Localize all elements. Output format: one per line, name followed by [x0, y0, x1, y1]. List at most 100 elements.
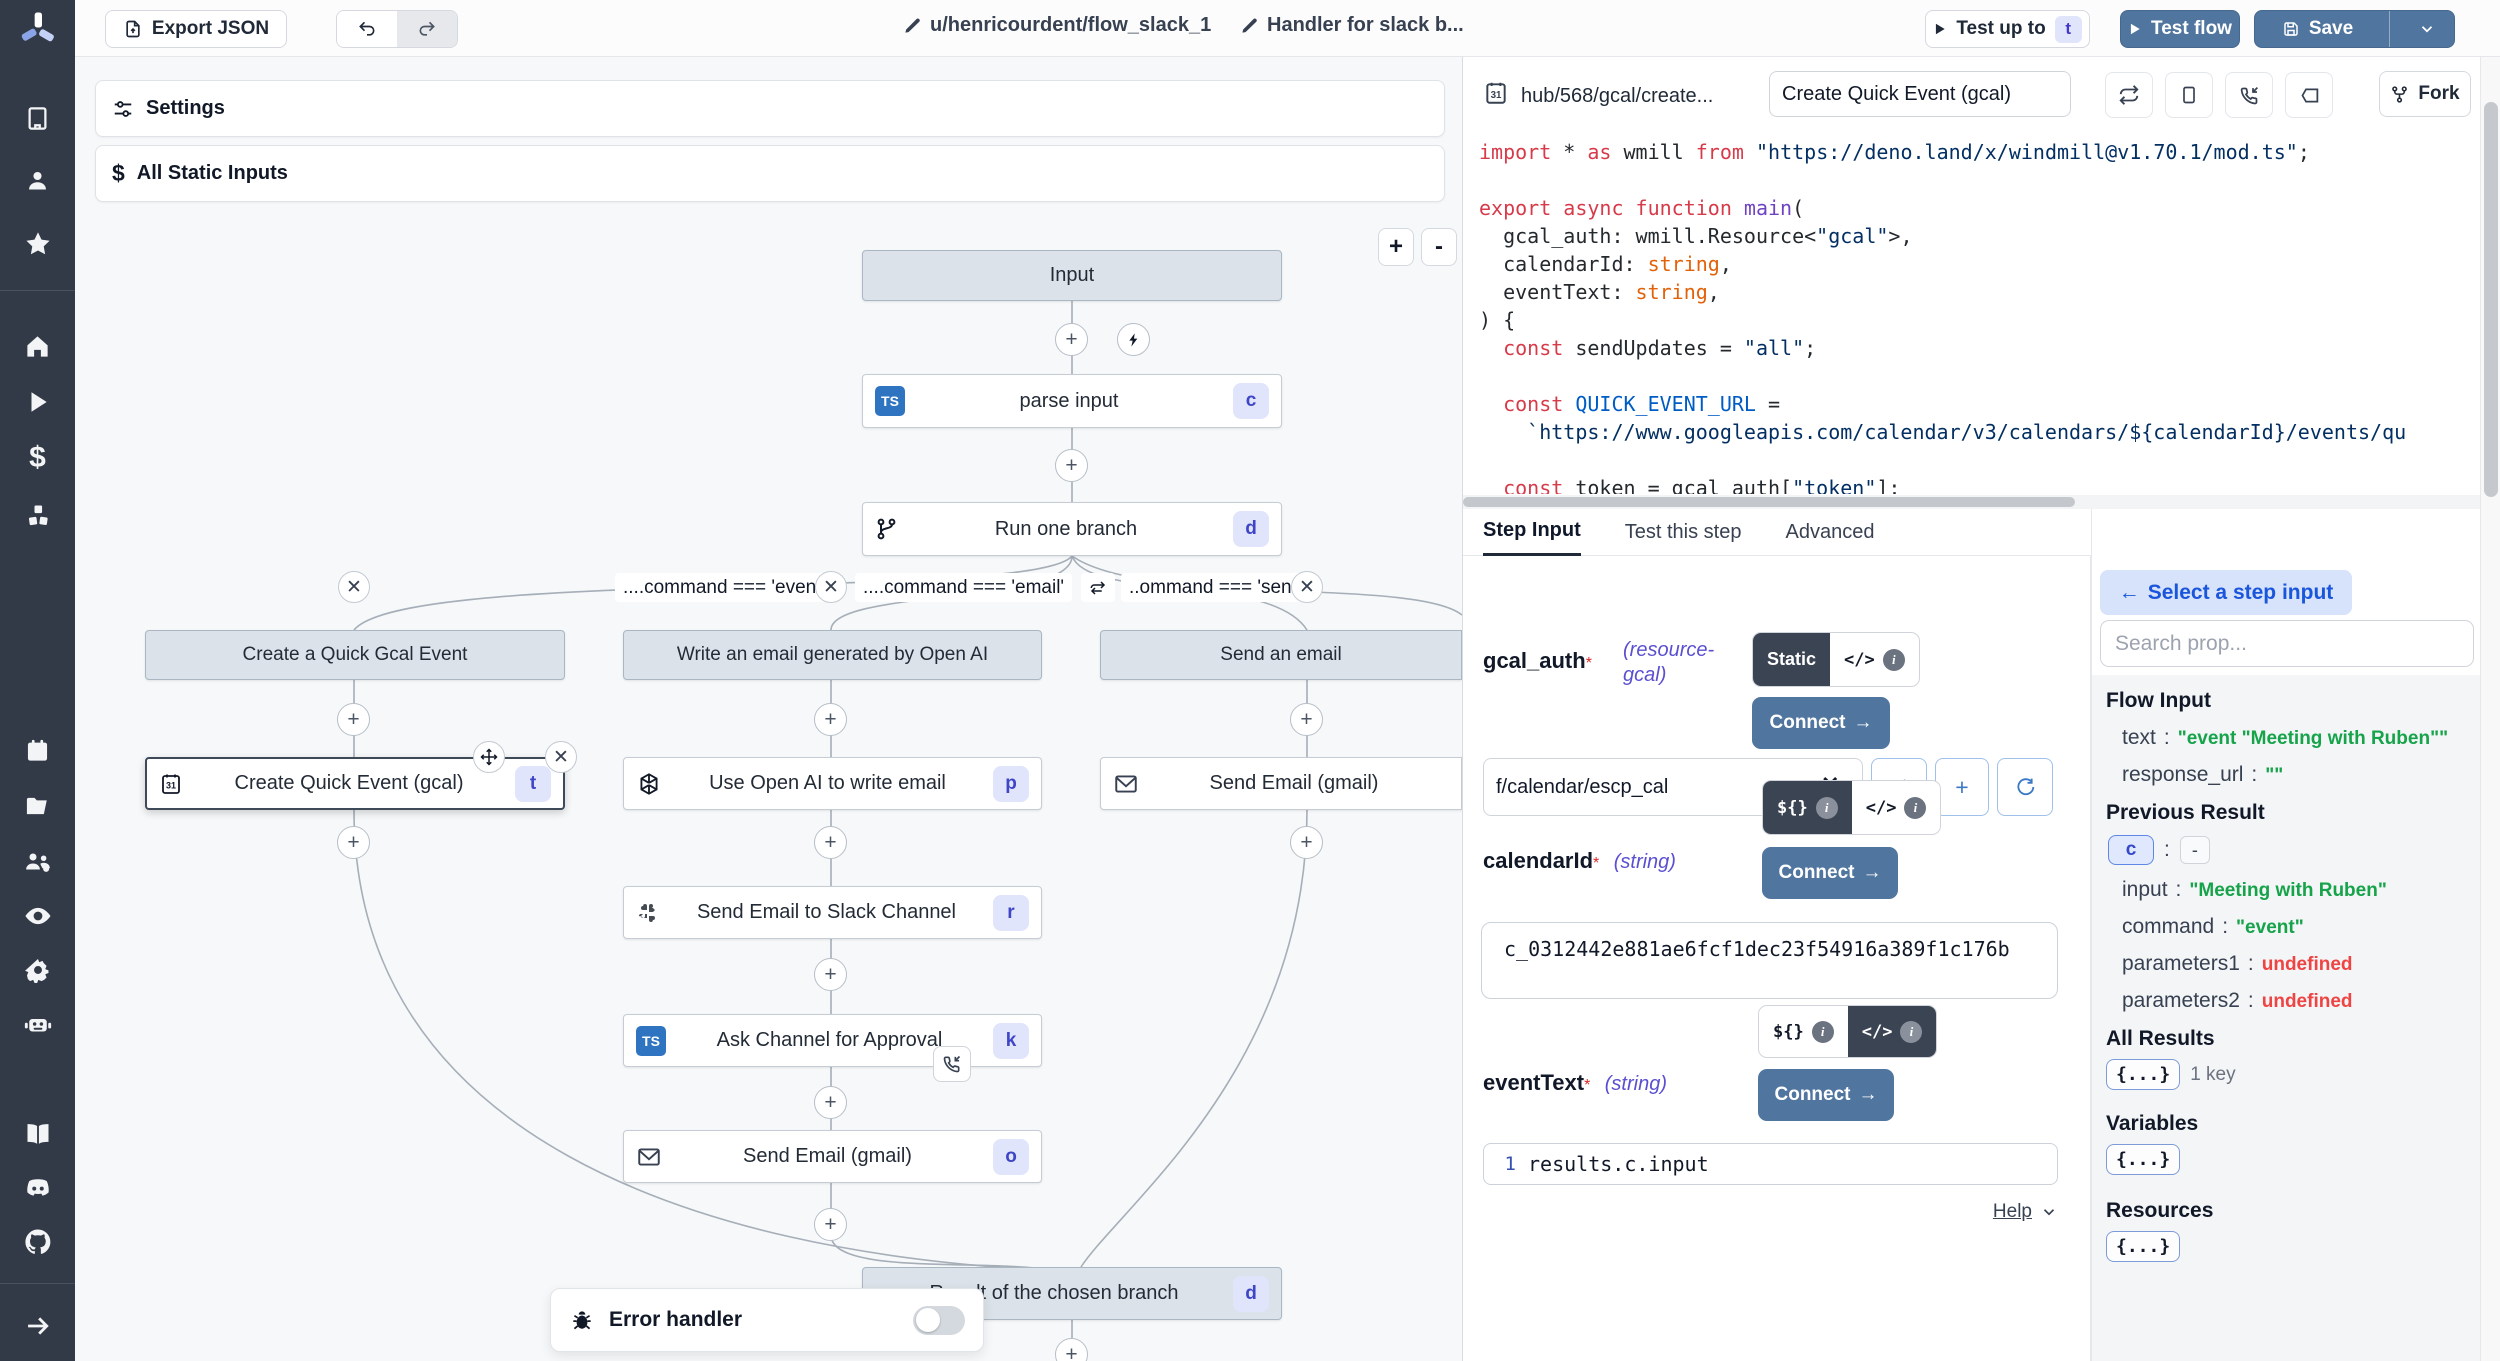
- add-step-button[interactable]: +: [814, 958, 847, 991]
- export-json-button[interactable]: Export JSON: [105, 10, 287, 48]
- branch-header[interactable]: Create a Quick Gcal Event: [145, 630, 565, 680]
- branch-condition-label[interactable]: ..ommand === 'send': [1121, 573, 1314, 602]
- collapse-button[interactable]: -: [2180, 836, 2210, 864]
- branch-header[interactable]: Write an email generated by Open AI: [623, 630, 1042, 680]
- step-node-send-email-gmail[interactable]: Send Email (gmail): [1100, 757, 1462, 810]
- prop-search-input[interactable]: [2100, 620, 2474, 667]
- delete-branch-button[interactable]: ✕: [815, 571, 847, 603]
- code-editor[interactable]: import * as wmill from "https://deno.lan…: [1463, 130, 2481, 494]
- prop-row-command[interactable]: command:"event": [2106, 915, 2468, 939]
- step-node-ask-approval[interactable]: TS Ask Channel for Approval k: [623, 1014, 1042, 1067]
- flow-summary-breadcrumb[interactable]: Handler for slack b...: [1240, 14, 1464, 37]
- add-step-button[interactable]: +: [1290, 826, 1323, 859]
- move-step-handle[interactable]: [473, 741, 505, 773]
- step-node-slack-channel[interactable]: Send Email to Slack Channel r: [623, 886, 1042, 939]
- toggle-template[interactable]: ${}i: [1763, 781, 1852, 834]
- suspend-phone-icon-button[interactable]: [2225, 72, 2273, 118]
- variables-dollar-icon[interactable]: $: [0, 436, 75, 480]
- flow-path-breadcrumb[interactable]: u/henricourdent/flow_slack_1: [903, 14, 1211, 37]
- add-step-button[interactable]: +: [814, 826, 847, 859]
- branch-condition-label[interactable]: ....command === 'event': [615, 573, 833, 602]
- prop-row-input[interactable]: input:"Meeting with Ruben": [2106, 878, 2468, 902]
- test-flow-button[interactable]: Test flow: [2120, 10, 2240, 48]
- sleep-flag-icon-button[interactable]: [2285, 72, 2333, 118]
- box-icon-button[interactable]: [2165, 72, 2213, 118]
- page-scrollbar[interactable]: [2480, 57, 2500, 1361]
- calendarid-value-editor[interactable]: c_0312442e881ae6fcf1dec23f54916a389f1c17…: [1481, 922, 2058, 999]
- toggle-javascript[interactable]: </>i: [1830, 633, 1919, 686]
- code-horizontal-scrollbar[interactable]: [1463, 495, 2481, 509]
- object-badge[interactable]: {...}: [2106, 1144, 2180, 1175]
- flow-input-node[interactable]: Input: [862, 250, 1282, 301]
- flow-canvas[interactable]: Settings $ All Static Inputs + - Input +…: [75, 57, 1462, 1361]
- collapse-arrow-right-icon[interactable]: [0, 1304, 75, 1348]
- refresh-resource-button[interactable]: [1997, 758, 2053, 816]
- calendarid-connect-button[interactable]: Connect→: [1762, 847, 1898, 899]
- gear-icon[interactable]: [0, 948, 75, 992]
- add-step-button[interactable]: +: [814, 1086, 847, 1119]
- trigger-lightning-button[interactable]: [1117, 323, 1150, 356]
- home-icon[interactable]: [0, 324, 75, 368]
- prop-row-response_url[interactable]: response_url:"": [2106, 763, 2468, 787]
- branch-condition-label[interactable]: ....command === 'email': [855, 573, 1072, 602]
- object-badge[interactable]: {...}: [2106, 1231, 2180, 1262]
- star-icon[interactable]: [0, 222, 75, 266]
- tab-step-input[interactable]: Step Input: [1483, 519, 1581, 556]
- save-dropdown-button[interactable]: [2399, 11, 2454, 47]
- add-step-button[interactable]: +: [1290, 703, 1323, 736]
- delete-branch-button[interactable]: ✕: [338, 571, 370, 603]
- docs-book-icon[interactable]: [0, 1112, 75, 1156]
- add-resource-button[interactable]: +: [1935, 758, 1989, 816]
- robot-icon[interactable]: [0, 1002, 75, 1046]
- toggle-static[interactable]: Static: [1753, 633, 1830, 686]
- prop-row-text[interactable]: text:"event "Meeting with Ruben"": [2106, 726, 2468, 750]
- tab-test-this-step[interactable]: Test this step: [1625, 521, 1742, 555]
- schedules-calendar-icon[interactable]: [0, 728, 75, 772]
- hub-script-path[interactable]: hub/568/gcal/create...: [1521, 85, 1713, 108]
- select-step-input-button[interactable]: ← Select a step input: [2100, 570, 2352, 615]
- groups-users-icon[interactable]: [0, 840, 75, 884]
- step-name-input[interactable]: [1769, 71, 2071, 117]
- add-step-button[interactable]: +: [337, 703, 370, 736]
- error-handler-toggle[interactable]: [913, 1306, 965, 1335]
- prop-row-parameters1[interactable]: parameters1:undefined: [2106, 952, 2468, 976]
- step-node-parse-input[interactable]: TS parse input c: [862, 374, 1282, 428]
- redo-button[interactable]: [397, 11, 457, 47]
- user-icon[interactable]: [0, 158, 75, 202]
- add-step-button[interactable]: +: [1055, 323, 1088, 356]
- suspend-phone-incoming-icon[interactable]: [933, 1046, 971, 1082]
- eventtext-connect-button[interactable]: Connect→: [1758, 1069, 1894, 1121]
- step-node-run-one-branch[interactable]: Run one branch d: [862, 502, 1282, 556]
- step-node-openai-email[interactable]: Use Open AI to write email p: [623, 757, 1042, 810]
- test-up-to-button[interactable]: Test up to t: [1925, 10, 2090, 48]
- runs-play-icon[interactable]: [0, 380, 75, 424]
- reload-script-icon-button[interactable]: [2105, 72, 2153, 118]
- add-step-button[interactable]: +: [1055, 449, 1088, 482]
- fork-button[interactable]: Fork: [2379, 71, 2471, 117]
- delete-step-button[interactable]: ✕: [545, 741, 577, 773]
- step-node-send-email-gmail-2[interactable]: Send Email (gmail) o: [623, 1130, 1042, 1183]
- folders-icon[interactable]: [0, 784, 75, 828]
- tab-advanced[interactable]: Advanced: [1785, 521, 1874, 555]
- gcal-auth-connect-button[interactable]: Connect→: [1752, 697, 1890, 749]
- windmill-logo[interactable]: [0, 6, 75, 54]
- prop-row-parameters2[interactable]: parameters2:undefined: [2106, 989, 2468, 1013]
- toggle-template[interactable]: ${}i: [1759, 1006, 1848, 1057]
- add-step-button[interactable]: +: [337, 826, 370, 859]
- object-badge[interactable]: {...}: [2106, 1059, 2180, 1090]
- toggle-javascript[interactable]: </>i: [1852, 781, 1941, 834]
- resources-cubes-icon[interactable]: [0, 494, 75, 538]
- save-button[interactable]: Save: [2255, 11, 2380, 47]
- step-id-chip[interactable]: c: [2108, 835, 2154, 865]
- scrollbar-thumb[interactable]: [2484, 102, 2498, 497]
- delete-branch-button[interactable]: ✕: [1291, 571, 1323, 603]
- add-step-button[interactable]: +: [814, 1208, 847, 1241]
- undo-button[interactable]: [337, 11, 397, 47]
- swap-branches-icon[interactable]: [1081, 573, 1115, 602]
- workspace-building-icon[interactable]: [0, 96, 75, 140]
- eventtext-expr-editor[interactable]: 1 results.c.input: [1483, 1143, 2058, 1185]
- eye-icon[interactable]: [0, 894, 75, 938]
- discord-icon[interactable]: [0, 1166, 75, 1210]
- github-icon[interactable]: [0, 1220, 75, 1264]
- help-link[interactable]: Help: [1993, 1201, 2032, 1223]
